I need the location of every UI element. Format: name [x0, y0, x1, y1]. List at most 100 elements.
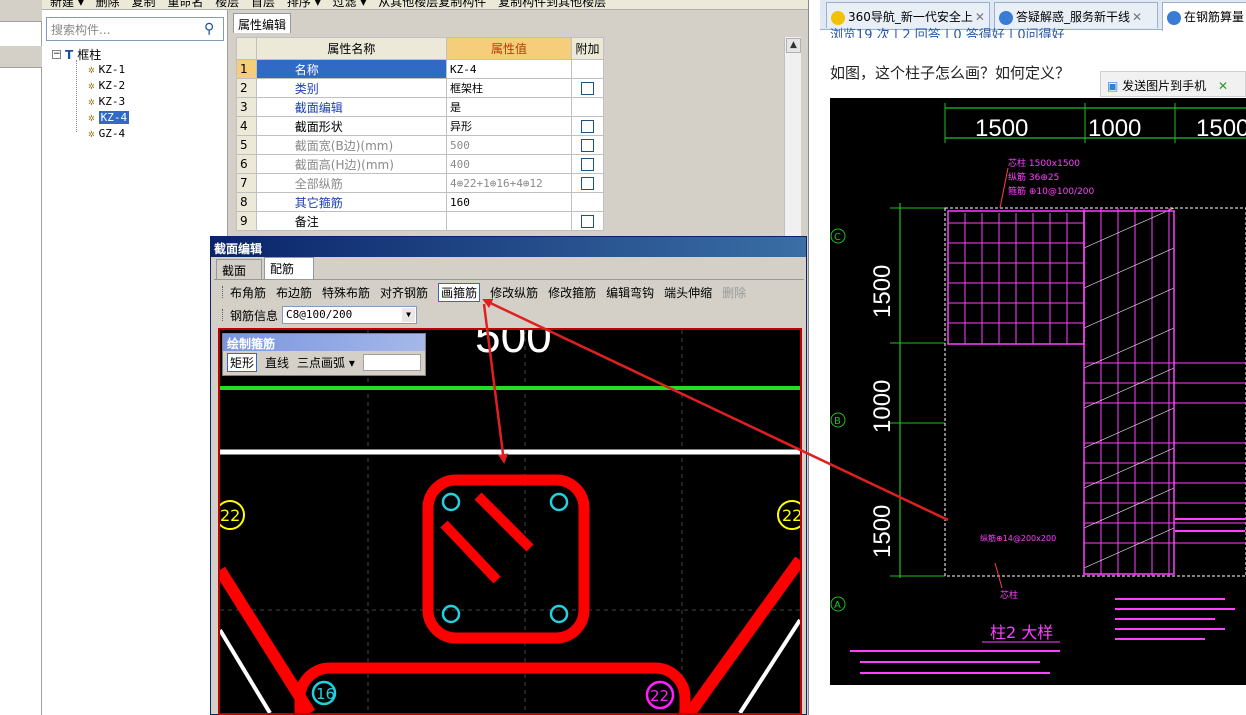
send-image-to-phone-button[interactable]: ▣ 发送图片到手机 ✕ [1100, 71, 1246, 97]
property-row[interactable]: 5 截面宽(B边)(mm) 500 [236, 135, 604, 155]
property-row[interactable]: 7 全部纵筋 4⊕22+1⊕16+4⊕12 [236, 173, 604, 193]
property-row[interactable]: 6 截面高(H边)(mm) 400 [236, 154, 604, 174]
property-value[interactable]: 是 [445, 97, 573, 117]
special-rebar-button[interactable]: 特殊布筋 [322, 284, 370, 301]
toolbar-floor-select[interactable]: 首层 [251, 0, 275, 9]
toolbar-copy-to-floor-button[interactable]: 复制构件到其他楼层 [498, 0, 606, 9]
tree-item-kz-2[interactable]: ✲ KZ-2 [88, 77, 125, 93]
draw-stirrup-title: 绘制箍筋 [223, 334, 425, 351]
tree-item-kz-3[interactable]: ✲ KZ-3 [88, 93, 125, 109]
expand-icon[interactable]: ✕ [1218, 79, 1228, 93]
component-search-input[interactable]: 搜索构件... ⚲ [46, 17, 224, 41]
add-checkbox[interactable] [581, 215, 594, 228]
axis-label: C [834, 232, 841, 243]
property-row[interactable]: 2 类别 框架柱 [236, 78, 604, 98]
toolbar-filter-button[interactable]: 过滤 ▾ [333, 0, 367, 9]
row-number: 2 [236, 78, 257, 98]
tree-item-kz-1[interactable]: ✲ KZ-1 [88, 61, 125, 77]
close-icon[interactable]: ✕ [1132, 10, 1142, 24]
tab-property-edit[interactable]: 属性编辑 [233, 13, 291, 33]
property-name: 截面宽(B边)(mm) [255, 135, 447, 155]
rebar-point[interactable] [441, 604, 461, 624]
end-extend-button[interactable]: 端头伸缩 [664, 284, 712, 301]
stirrup-tie[interactable] [440, 520, 501, 584]
edit-hook-button[interactable]: 编辑弯钩 [606, 284, 654, 301]
tree-item-gz-4[interactable]: ✲ GZ-4 [88, 125, 125, 141]
section-canvas[interactable]: 500 22 22 16 22 [218, 328, 802, 715]
add-checkbox[interactable] [581, 139, 594, 152]
arc-mode-button[interactable]: 三点画弧 ▾ [297, 354, 355, 371]
tab-section[interactable]: 截面 [216, 259, 262, 279]
toolbar-copy-from-floor-button[interactable]: 从其他楼层复制构件 [378, 0, 486, 9]
col-header-value[interactable]: 属性值 [445, 37, 573, 60]
property-value[interactable]: 异形 [445, 116, 573, 136]
add-checkbox[interactable] [581, 120, 594, 133]
property-row[interactable]: 3 截面编辑是 [236, 97, 604, 117]
close-icon[interactable]: ✕ [975, 10, 985, 24]
property-value[interactable]: 500 [445, 135, 573, 155]
toolbar-delete-button[interactable]: 删除 [96, 0, 120, 9]
property-row[interactable]: 9 备注 [236, 211, 604, 231]
line-mode-button[interactable]: 直线 [265, 354, 289, 371]
toolbar-new-button[interactable]: 新建 ▾ [50, 0, 84, 9]
rebar-point[interactable] [549, 492, 569, 512]
property-scrollbar[interactable]: ▲ [784, 37, 801, 237]
steel-info-value: C8@100/200 [286, 308, 353, 321]
row-number: 9 [236, 211, 257, 231]
stirrup-rectangle[interactable] [422, 474, 590, 644]
property-value[interactable]: 400 [445, 154, 573, 174]
left-strip-bar [0, 0, 42, 22]
property-value[interactable]: KZ-4 [445, 59, 573, 79]
question-stats: 浏览19 次 | 2 回答 | 0 答得好 | 0问得好 [830, 28, 1065, 38]
section-drawing[interactable]: 500 22 22 16 22 [220, 330, 800, 713]
chevron-down-icon[interactable]: ▼ [402, 308, 416, 322]
cad-drawing-image[interactable]: 1500 1000 1500 1500 1000 1500 C B A 芯柱 1… [830, 98, 1246, 685]
browser-tab-active[interactable]: 在钢筋算量 [1162, 2, 1246, 31]
toolbar-grip[interactable] [222, 309, 224, 321]
rectangle-mode-button[interactable]: 矩形 [227, 353, 258, 372]
draw-stirrup-button[interactable]: 画箍筋 [438, 282, 481, 302]
col-header-name[interactable]: 属性名称 [255, 37, 447, 60]
rebar-point[interactable] [441, 492, 461, 512]
search-icon[interactable]: ⚲ [204, 21, 220, 37]
property-value[interactable]: 4⊕22+1⊕16+4⊕12 [445, 173, 573, 193]
tree-item-kz-4[interactable]: ✲ KZ-4 [88, 109, 130, 125]
add-checkbox[interactable] [581, 82, 594, 95]
toolbar-grip[interactable] [222, 286, 224, 298]
property-value[interactable]: 160 [445, 192, 573, 212]
tab-rebar[interactable]: 配筋 [264, 257, 314, 279]
rebar-point[interactable] [549, 604, 569, 624]
property-name: 截面形状 [255, 116, 447, 136]
collapse-icon[interactable]: − [52, 50, 61, 59]
edit-long-rebar-button[interactable]: 修改纵筋 [490, 284, 538, 301]
property-row[interactable]: 4 截面形状 异形 [236, 116, 604, 136]
tree-item-label: KZ-3 [98, 94, 126, 108]
browser-tab-label: 答疑解惑_服务新干线 [1016, 10, 1131, 24]
toolbar-rename-button[interactable]: 重命名 [167, 0, 203, 9]
property-value[interactable]: 框架柱 [445, 78, 573, 98]
component-gear-icon: ✲ [88, 62, 95, 76]
cad-hatch [1083, 207, 1175, 569]
add-checkbox[interactable] [581, 158, 594, 171]
property-row[interactable]: 1 名称 KZ-4 [236, 59, 604, 79]
scroll-up-icon[interactable]: ▲ [786, 38, 801, 53]
edit-stirrup-button[interactable]: 修改箍筋 [548, 284, 596, 301]
stirrup-rectangle-lower[interactable] [294, 662, 691, 713]
property-row[interactable]: 8 其它箍筋 160 [236, 192, 604, 212]
corner-rebar-button[interactable]: 布角筋 [230, 284, 266, 301]
row-number: 3 [236, 97, 257, 117]
toolbar-copy-button[interactable]: 复制 [132, 0, 156, 9]
cad-rebar-mesh [947, 208, 1246, 576]
dim-left: 1500 [869, 265, 896, 318]
toolbar-sort-button[interactable]: 排序 ▾ [287, 0, 321, 9]
align-rebar-button[interactable]: 对齐钢筋 [380, 284, 428, 301]
delete-button[interactable]: 删除 [722, 284, 746, 301]
row-number: 8 [236, 192, 257, 212]
col-header-add[interactable]: 附加 [571, 37, 604, 60]
property-value[interactable] [445, 211, 573, 231]
add-checkbox[interactable] [581, 177, 594, 190]
stirrup-tie[interactable] [474, 492, 534, 552]
edge-rebar-button[interactable]: 布边筋 [276, 284, 312, 301]
arc-mode-select[interactable] [362, 354, 421, 371]
steel-info-select[interactable]: C8@100/200 ▼ [282, 306, 418, 324]
